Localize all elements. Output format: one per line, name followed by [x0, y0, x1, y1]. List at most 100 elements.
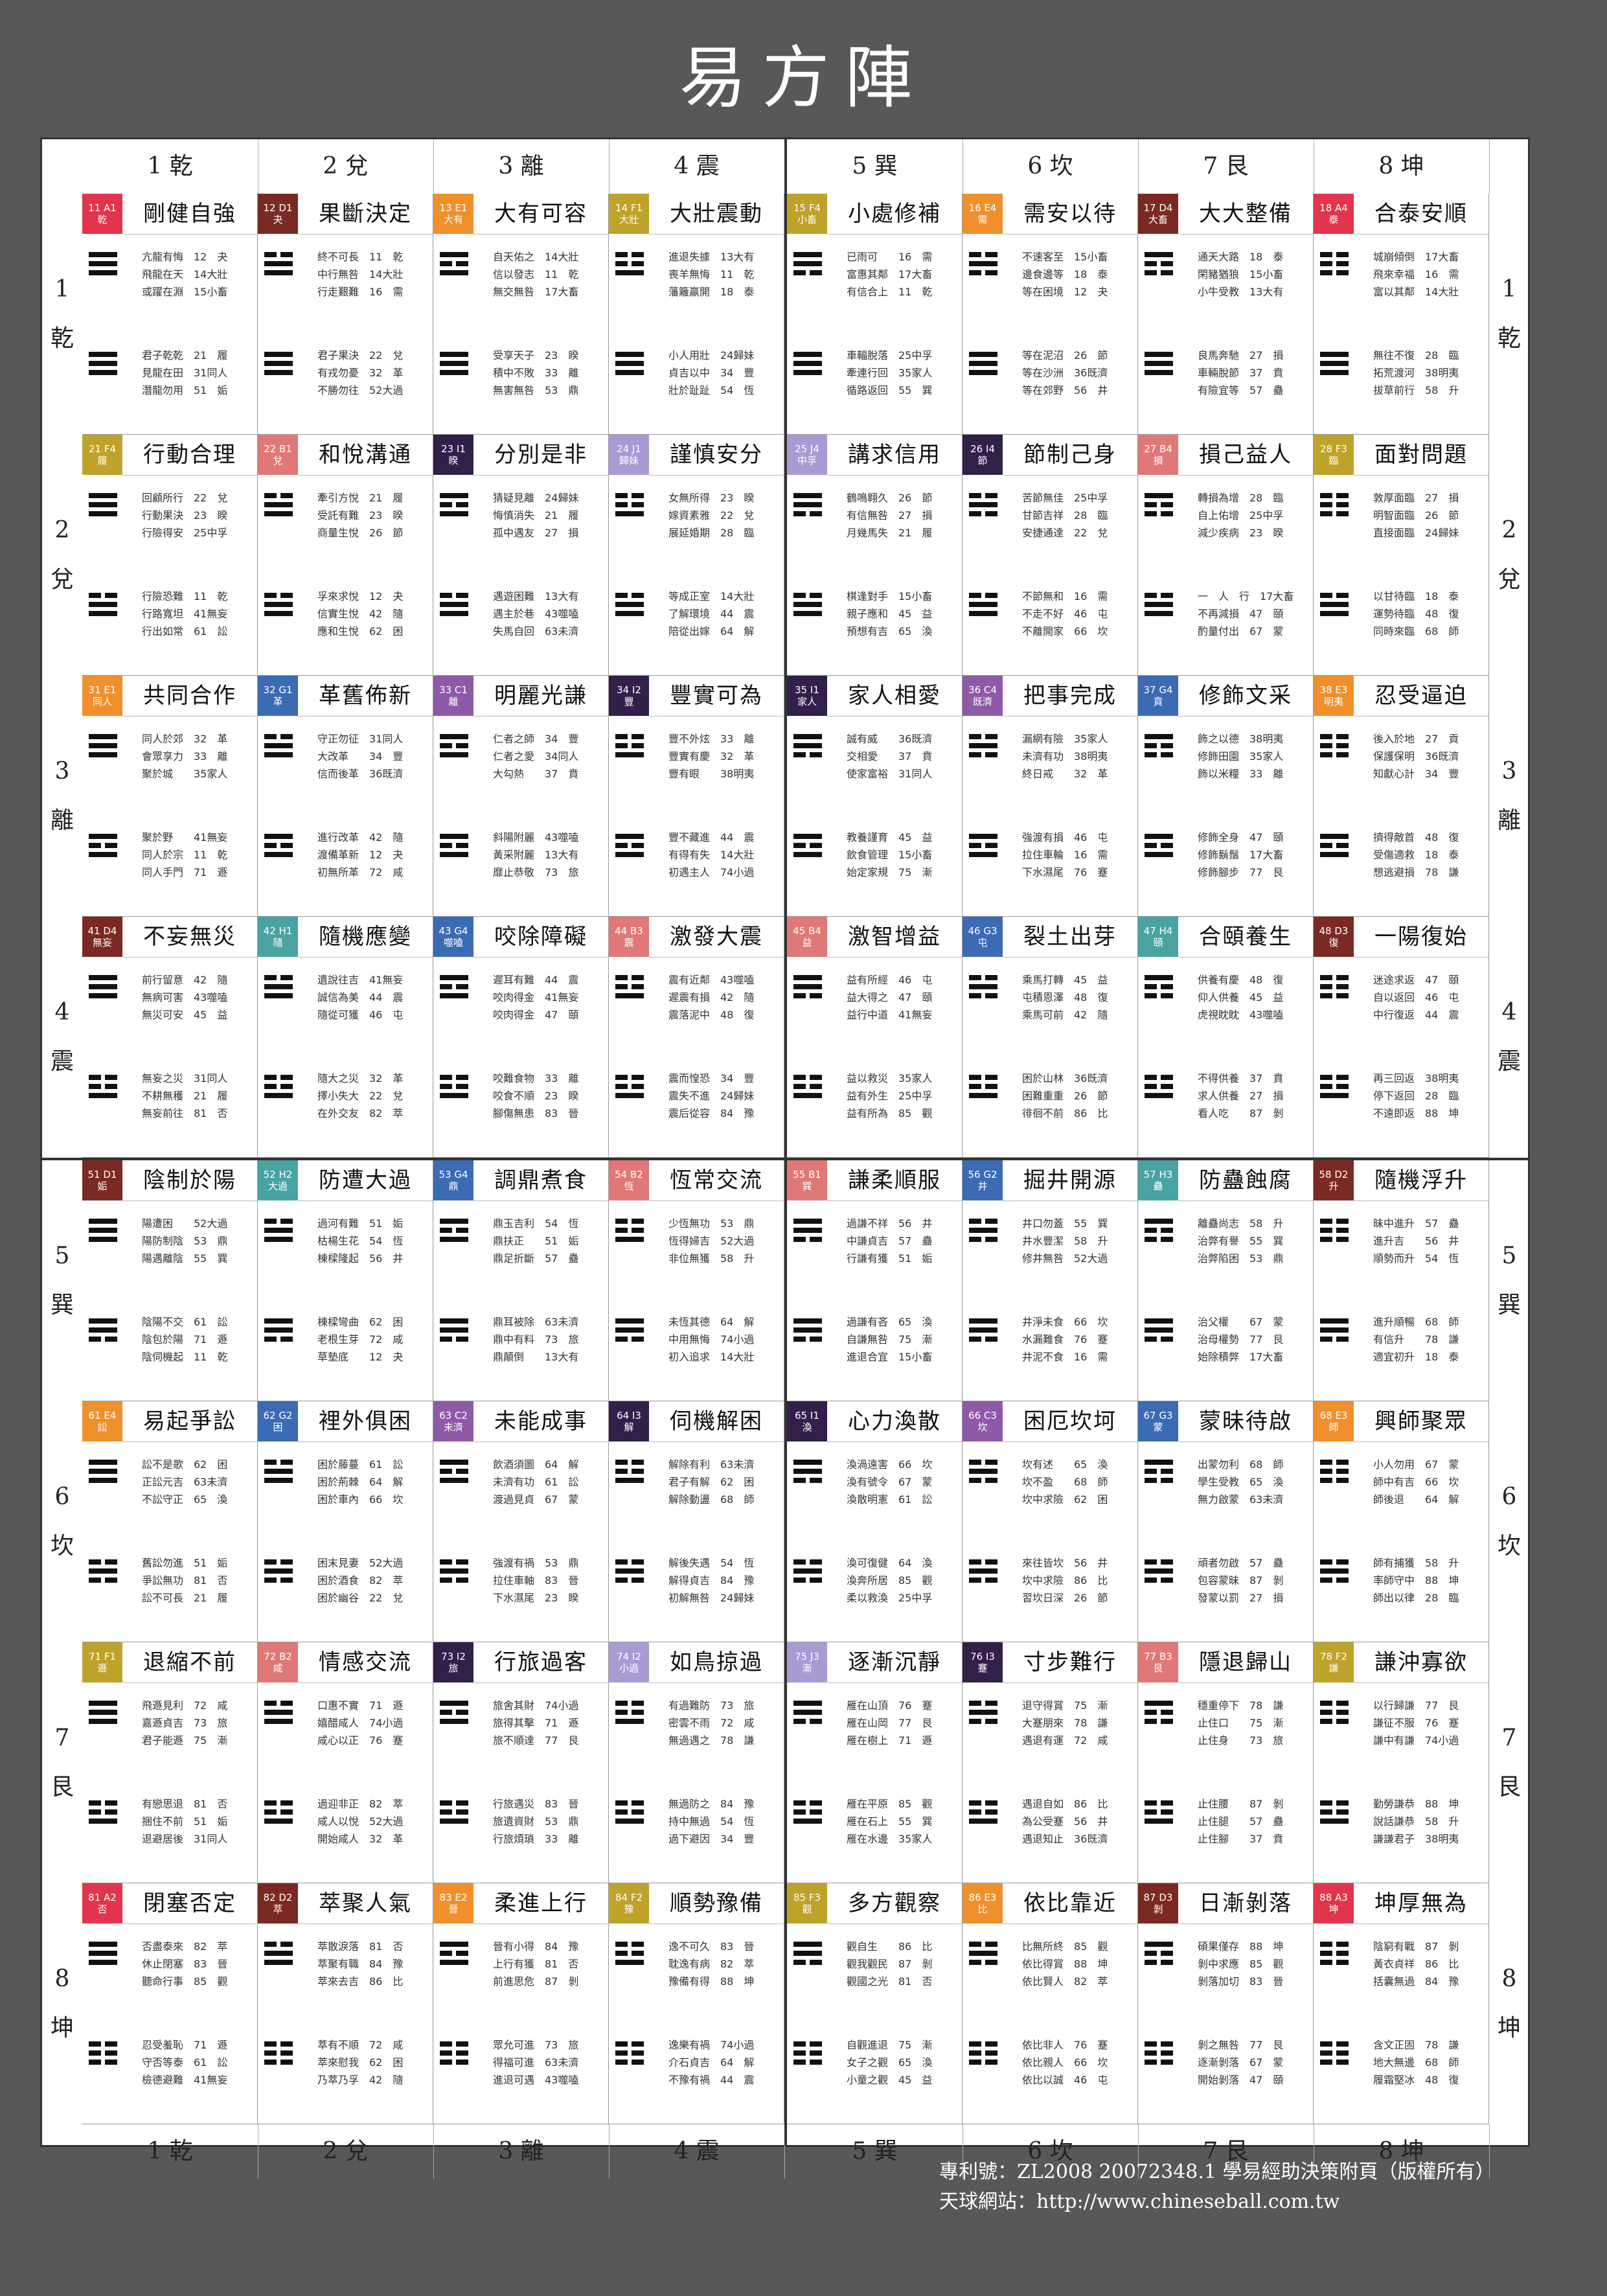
yang-line: [615, 834, 644, 839]
line-bar: [969, 2050, 981, 2056]
line-text: 雁在平原 85 觀: [847, 1798, 933, 1810]
yang-line: [89, 1219, 117, 1224]
line-bar: [1336, 493, 1349, 498]
line-bar: [456, 1578, 468, 1583]
line-text: 坎中求險 62 困: [1022, 1493, 1108, 1506]
line-bar: [615, 834, 644, 839]
yang-line: [89, 1228, 117, 1233]
line-text: 井水豐潔 58 升: [1022, 1235, 1108, 1247]
line-text: 求人供養 27 損: [1198, 1090, 1284, 1102]
line-texts-bot: 止住腰 87 剝止住腿 57 蠱止住腳 37 賁: [1198, 1795, 1303, 1848]
hexagram-code: 86 E3: [968, 1892, 997, 1903]
yang-line: [793, 1942, 822, 1947]
line-bar: [615, 1568, 644, 1574]
hexagram-code: 28 F3: [1319, 443, 1348, 455]
hexagram-cell: 12 D1 夬果斷決定 終不可長 11 乾中行無咎 14大壯 行走艱難 16 需君子果…: [258, 194, 433, 435]
yin-line: [969, 1559, 997, 1565]
line-bar: [793, 1478, 806, 1483]
line-texts-top: 遲耳有難 44 震咬肉得金 41無妄 咬肉得金 47 頤: [493, 971, 598, 1024]
line-texts-bot: 強渡有損 46 屯拉住車輪 16 需下水濕尾 76 蹇: [1022, 829, 1127, 881]
line-text: 遇主於巷 43噬嗑: [493, 608, 579, 620]
hexagram-name: 節制己身: [1003, 435, 1137, 476]
line-texts-bot: 來往皆坎 56 井坎中求險 86 比習坎日深 26 節: [1022, 1554, 1127, 1607]
row-header-right: 7艮: [1489, 1642, 1529, 1883]
yin-line: [793, 1559, 822, 1565]
line-bar: [1145, 1819, 1173, 1824]
yang-line: [793, 975, 822, 980]
line-text: 遇退知止 36既濟: [1022, 1833, 1108, 1845]
trigram-symbol-bot: [89, 1318, 117, 1342]
hexagram-cell: 83 E2 晉柔進上行 晉有小得 84 豫上行有獲 81 否前進思危 87 剝眾允可…: [433, 1883, 609, 2124]
line-text: 月幾馬失 21 履: [847, 527, 933, 539]
line-bar: [1320, 1228, 1332, 1233]
hexagram-cell: 61 E4 訟易起爭訟 訟不是歌 62 困正訟元吉 63未濟 不訟守正 65 渙舊訟勿…: [82, 1401, 258, 1642]
line-text: 不速客至 15小畜: [1022, 251, 1108, 263]
yang-line: [89, 1942, 117, 1947]
trigram-symbol-bot: [1145, 352, 1173, 375]
line-text: 小人勿用 67 蒙: [1373, 1458, 1459, 1471]
line-texts-bot: 進升順暢 68 師有信升 78 謙適宜初升 18 泰: [1373, 1313, 1478, 1366]
line-texts-bot: 萃有不順 72 咸萃來慰我 62 困乃萃乃孚 42 隨: [317, 2036, 422, 2089]
yang-line: [264, 1710, 293, 1715]
line-bar: [615, 1337, 628, 1342]
trigram-symbol-top: [969, 493, 997, 516]
hexagram-name: 大大整備: [1178, 194, 1313, 235]
hexagram-gua: 剝: [1153, 1903, 1163, 1915]
yin-line: [615, 743, 644, 748]
line-bar: [1320, 2041, 1332, 2047]
trigram-symbol-bot: [615, 1800, 644, 1824]
yang-line: [440, 493, 468, 498]
trigram-symbol-top: [264, 975, 293, 998]
line-text: 無病可害 43噬嗑: [142, 991, 228, 1004]
trigram-symbol-top: [793, 1942, 822, 1965]
line-bar: [105, 1337, 117, 1342]
hexagram-cell: 35 I1 家人 家人相愛 誠有威 36既濟 交相愛 37 賁使家富裕 31同人 教養謹育…: [787, 676, 963, 917]
line-text: 地大無邊 68 師: [1373, 2056, 1459, 2069]
line-bar: [440, 1701, 468, 1706]
column-footer: 2 兌: [258, 2124, 434, 2179]
yin-line: [1145, 1478, 1173, 1483]
yang-line: [1145, 1701, 1173, 1706]
line-bar: [89, 270, 117, 275]
line-text: 師出以律 28 臨: [1373, 1592, 1459, 1604]
trigram-symbol-top: [615, 1219, 644, 1242]
trigram-symbol-bot: [1320, 1559, 1349, 1583]
line-bar: [1161, 2060, 1173, 2065]
line-text: 師後退 64 解: [1373, 1493, 1459, 1506]
yin-line: [440, 1951, 468, 1956]
line-bar: [969, 1809, 981, 1815]
line-texts-bot: 忍受羞恥 71 遯守否等泰 61 訟檢德避難 41無妄: [142, 2036, 247, 2089]
line-bar: [969, 270, 981, 275]
line-text: 遲耳有難 44 震: [493, 974, 579, 986]
hexagram-name: 行動合理: [122, 435, 257, 476]
yang-line: [89, 1460, 117, 1465]
hexagram-cell: 68 E3 師興師聚眾 小人勿用 67 蒙師中有吉 66 坎師後退 64 解師有捕獲…: [1314, 1401, 1489, 1642]
trigram-symbol-bot: [1320, 1075, 1349, 1098]
line-texts-bot: 君子乾乾 21 履見龍在田 31同人 潛龍勿用 51 姤: [142, 347, 247, 399]
line-texts-bot: 以甘待臨 18 泰運勢待臨 48 復同時來臨 68 師: [1373, 588, 1478, 640]
hexagram-cell: 88 A3 坤坤厚無為 陰窮有戰 87 剝黃衣貞祥 86 比括囊無過 84 豫含文正…: [1314, 1883, 1489, 2124]
line-bar: [615, 2060, 628, 2065]
line-texts-top: 供養有慶 48 復仰人供養 45 益虎視眈眈 43噬嗑: [1198, 971, 1303, 1024]
hexagram-gua: 大過: [268, 1180, 288, 1192]
line-bar: [1336, 261, 1349, 266]
line-text: 坎有述 65 渙: [1022, 1458, 1108, 1471]
yin-line: [1145, 2041, 1173, 2047]
line-bar: [969, 493, 981, 498]
line-bar: [1320, 2050, 1332, 2056]
website-text: 天球網站：http://www.chineseball.com.tw: [939, 2190, 1340, 2213]
yin-line: [1320, 493, 1349, 498]
hexagram-gua: 隨: [273, 937, 283, 948]
trigram-symbol-bot: [264, 1800, 293, 1824]
line-text: 棟樑彎曲 62 困: [317, 1316, 404, 1328]
yang-line: [264, 834, 293, 839]
line-text: 等成正室 14大壯: [668, 590, 755, 603]
line-bar: [89, 984, 117, 989]
row-header-left: 4震: [42, 917, 82, 1158]
line-bar: [632, 734, 644, 739]
hexagram-code: 72 B2: [264, 1651, 292, 1662]
line-text: 減少疾病 23 睽: [1198, 527, 1284, 539]
line-text: 想逃避損 78 謙: [1373, 866, 1459, 878]
yang-line: [969, 1093, 997, 1098]
line-bar: [1336, 1809, 1349, 1815]
